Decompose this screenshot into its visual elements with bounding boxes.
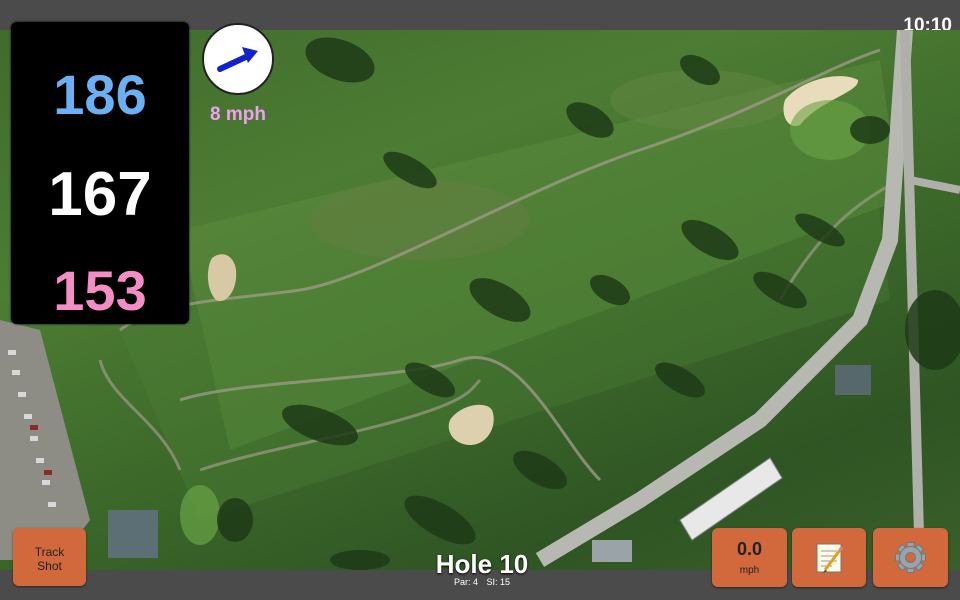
- speed-unit: mph: [739, 565, 760, 576]
- center-yardage: 167: [48, 160, 152, 229]
- wind-arrow-icon: [217, 47, 258, 72]
- notepad-icon: [816, 543, 844, 573]
- hole-par: Par: 4: [453, 577, 478, 587]
- wind-speed: 8 mph: [210, 104, 266, 125]
- hole-title: Hole 10: [435, 549, 529, 579]
- notes-button[interactable]: [792, 528, 866, 587]
- wind-indicator: [202, 23, 274, 95]
- hole-stroke-index: SI: 15: [486, 577, 511, 587]
- track-shot-button[interactable]: Track Shot: [13, 528, 86, 586]
- settings-button[interactable]: [873, 528, 948, 587]
- hole-info: Par: 4 SI: 15: [420, 577, 544, 587]
- yardage-panel: 186 167 153: [11, 22, 189, 324]
- front-yardage: 153: [53, 259, 147, 322]
- speed-value: 0.0: [736, 539, 763, 559]
- gear-icon: [895, 542, 926, 573]
- back-yardage: 186: [53, 63, 147, 126]
- track-shot-label-line1: Track: [34, 545, 65, 559]
- track-shot-label-line2: Shot: [37, 559, 62, 573]
- speed-button[interactable]: 0.0 mph: [712, 528, 787, 587]
